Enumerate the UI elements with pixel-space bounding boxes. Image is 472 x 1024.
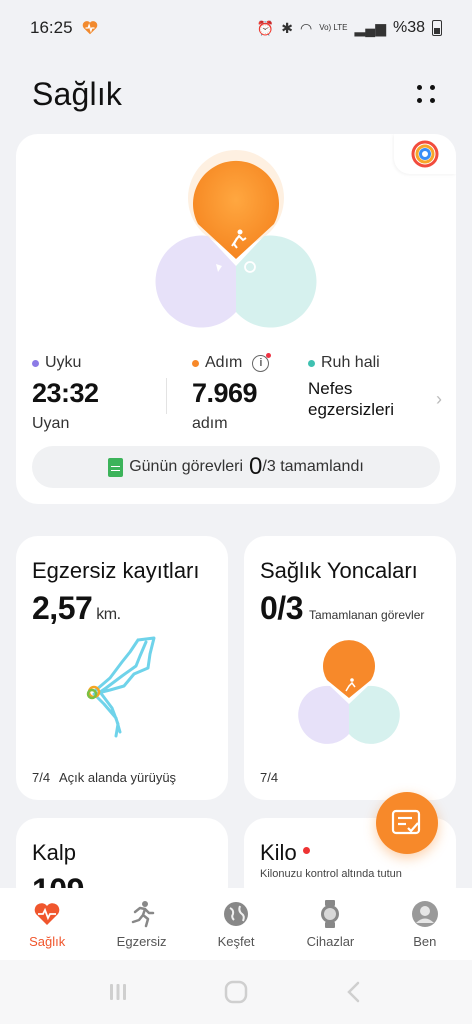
recent-apps-icon[interactable] (106, 980, 130, 1004)
nav-label: Ben (413, 933, 437, 949)
battery-text: %38 (392, 19, 425, 36)
page-title: Sağlık (32, 75, 123, 112)
edit-cards-button[interactable] (376, 792, 438, 854)
yonca-date: 7/4 (260, 770, 279, 785)
nav-label: Cihazlar (306, 933, 355, 949)
mood-value-line1: Nefes (308, 379, 353, 398)
signal-icon: ▂▄▆ (354, 19, 386, 36)
bottom-navigation: Sağlık Egzersiz Keşfet Cihazlar Ben (0, 888, 472, 960)
mini-clover-graphic (298, 640, 400, 744)
person-icon (410, 900, 440, 928)
route-map (86, 636, 156, 738)
sleep-label: Uyku (45, 354, 82, 371)
yonca-caption: Tamamlanan görevler (308, 608, 425, 622)
info-icon[interactable]: i (252, 352, 272, 372)
rainbow-button[interactable] (394, 134, 456, 174)
exercise-unit: km. (96, 606, 121, 623)
nav-item-saglik[interactable]: Sağlık (0, 888, 94, 960)
wifi-icon: ◠ (299, 19, 313, 36)
sleep-dot (32, 359, 39, 367)
weight-title: Kilo (260, 840, 297, 865)
clover-graphic (155, 150, 317, 328)
divider (166, 378, 167, 414)
nav-item-cihazlar[interactable]: Cihazlar (283, 888, 377, 960)
nav-label: Sağlık (29, 933, 66, 949)
exercise-title: Egzersiz kayıtları (32, 558, 200, 583)
system-navigation-bar (0, 960, 472, 1024)
status-bar: 16:25 ⏰ ✱ ◠ Vo) LTE ▂▄▆ %38 (0, 0, 472, 56)
bluetooth-icon: ✱ (281, 19, 293, 36)
watch-icon (315, 899, 345, 928)
status-time: 16:25 (30, 18, 73, 37)
notification-dot (302, 847, 310, 854)
back-icon[interactable] (342, 980, 366, 1004)
tasks-label: Günün görevleri (129, 458, 244, 475)
daily-tasks-bar[interactable]: Günün görevleri 0/3 tamamlandı (32, 446, 440, 488)
nav-label: Egzersiz (116, 933, 167, 949)
battery-icon (432, 20, 442, 36)
weight-sub: Kilonuzu kontrol altında tutun (260, 868, 402, 880)
nav-item-egzersiz[interactable]: Egzersiz (94, 888, 188, 960)
tasks-total: /3 tamamlandı (262, 458, 364, 475)
nav-label: Keşfet (217, 933, 255, 949)
nav-item-kesfet[interactable]: Keşfet (189, 888, 283, 960)
home-icon[interactable] (223, 979, 249, 1005)
runner-icon (127, 900, 157, 928)
mood-dot (308, 359, 315, 367)
yonca-value: 0/3 (260, 590, 303, 626)
document-icon (108, 457, 124, 477)
steps-dot (192, 359, 199, 367)
sleep-metric[interactable]: Uyku 23:32 Uyan (32, 354, 99, 433)
globe-icon (221, 900, 251, 928)
yonca-title: Sağlık Yoncaları (260, 558, 418, 583)
alarm-icon: ⏰ (256, 19, 275, 36)
sleep-value: 23:32 (32, 378, 99, 408)
mood-label: Ruh hali (321, 354, 380, 371)
steps-sub: adım (192, 415, 228, 432)
nav-item-ben[interactable]: Ben (378, 888, 472, 960)
steps-value: 7.969 (192, 378, 258, 408)
heart-title: Kalp (32, 840, 77, 865)
exercise-records-card[interactable]: Egzersiz kayıtları 2,57 km. 7/4 Açık alan… (16, 536, 228, 800)
network-label: Vo) LTE (319, 23, 348, 32)
exercise-date: 7/4 (32, 770, 51, 785)
more-menu-icon[interactable] (412, 80, 440, 108)
mood-value-line2: egzersizleri (308, 400, 394, 419)
chevron-right-icon[interactable]: › (436, 389, 442, 410)
exercise-activity: Açık alanda yürüyüş (58, 770, 177, 785)
header: Sağlık (0, 56, 472, 132)
health-clovers-card[interactable]: Sağlık Yoncaları 0/3 Tamamlanan görevler … (244, 536, 456, 800)
edit-list-icon (391, 809, 421, 835)
health-clover-card[interactable]: Uyku 23:32 Uyan Adım i 7.969 adım Ruh ha… (16, 134, 456, 504)
steps-label: Adım (205, 354, 243, 371)
heart-icon (32, 900, 62, 928)
sleep-sub: Uyan (32, 415, 70, 432)
rainbow-icon (411, 140, 439, 168)
health-app-icon (82, 21, 97, 35)
exercise-value: 2,57 (32, 590, 93, 626)
tasks-done: 0 (249, 453, 263, 480)
steps-metric[interactable]: Adım i 7.969 adım (192, 352, 272, 433)
mood-metric[interactable]: Ruh hali Nefes egzersizleri (308, 354, 394, 420)
